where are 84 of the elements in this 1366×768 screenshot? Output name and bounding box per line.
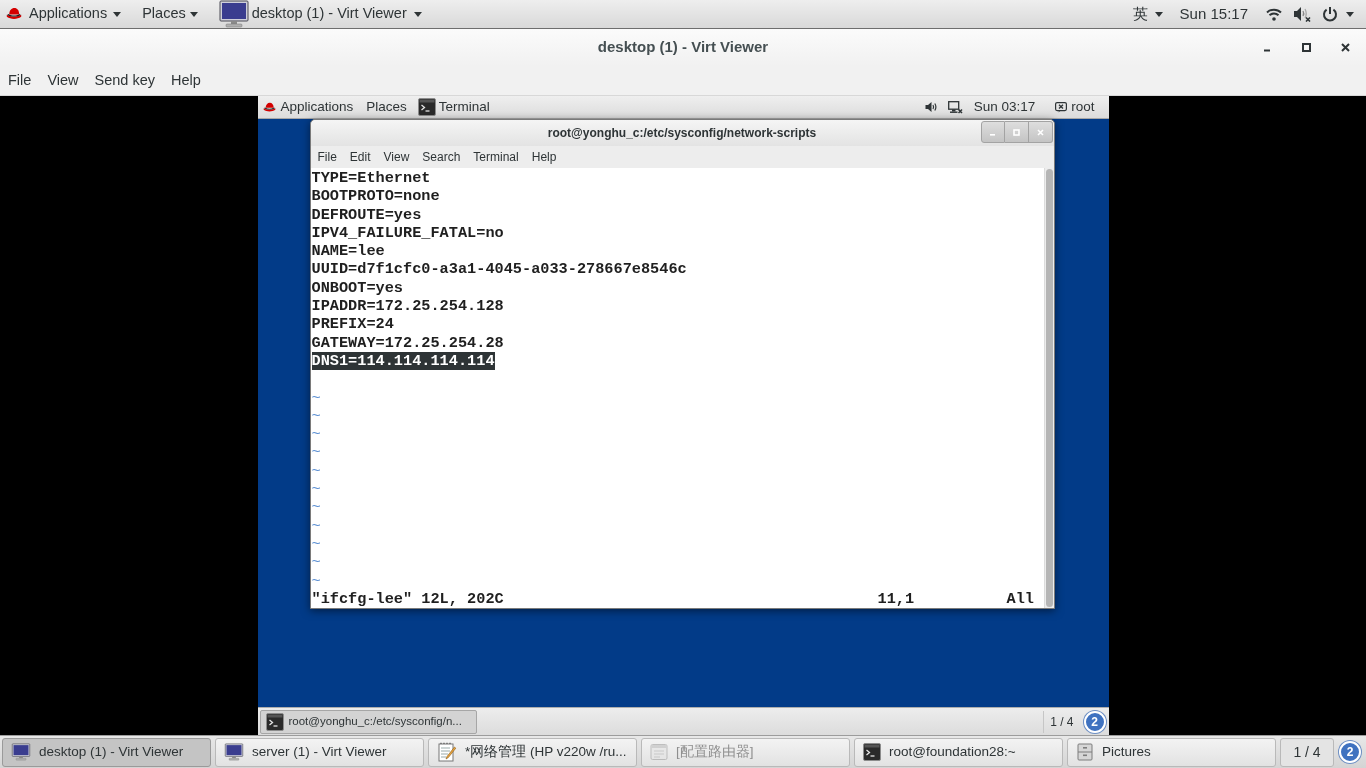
terminal-title: root@yonghu_c:/etc/sysconfig/network-scripts — [547, 125, 817, 142]
code-line: GATEWAY=172.25.254.28 — [311, 333, 504, 352]
code-line: TYPE=Ethernet — [311, 169, 431, 187]
menu-item[interactable]: Send key — [94, 69, 155, 92]
empty-line-marker: ~ — [311, 516, 321, 535]
minimize-button[interactable] — [980, 121, 1005, 143]
empty-line-marker: ~ — [311, 443, 321, 462]
window-list-item[interactable]: root@yonghu_c:/etc/sysconfig/n... — [259, 709, 477, 734]
network-icon — [947, 100, 963, 114]
hat-logo-icon — [6, 7, 22, 21]
system-menu-button[interactable] — [1266, 6, 1354, 22]
empty-line-marker: ~ — [311, 461, 321, 480]
window-title: desktop (1) - Virt Viewer — [597, 37, 769, 58]
notepad-icon — [437, 742, 457, 762]
scroll-position: All — [1006, 589, 1034, 608]
menu-item[interactable]: Edit — [349, 148, 371, 166]
volume-network-button[interactable] — [924, 100, 963, 114]
maximize-icon — [1012, 128, 1020, 136]
empty-line-marker: ~ — [311, 406, 321, 425]
terminal-icon — [417, 98, 436, 116]
empty-line-marker: ~ — [311, 388, 321, 407]
taskbar-item[interactable]: Pictures — [1067, 737, 1276, 767]
code-line: IPADDR=172.25.254.128 — [311, 297, 504, 316]
empty-line-marker: ~ — [311, 498, 321, 517]
power-icon — [1322, 6, 1338, 22]
menu-item[interactable]: Help — [171, 69, 201, 92]
code-line: DEFROUTE=yes — [311, 205, 422, 224]
empty-line-marker: ~ — [311, 534, 321, 553]
menu-item[interactable]: File — [8, 69, 32, 92]
caret-icon — [413, 11, 422, 17]
terminal-icon — [265, 712, 284, 731]
code-line: IPV4_FAILURE_FATAL=no — [311, 223, 504, 242]
notification-badge[interactable]: 2 — [1339, 741, 1361, 763]
code-line: ONBOOT=yes — [311, 278, 403, 297]
code-line: BOOTPROTO=none — [311, 187, 440, 206]
speaker-icon — [924, 101, 938, 113]
taskbar-item[interactable]: desktop (1) - Virt Viewer — [2, 737, 211, 767]
window-icon — [650, 743, 668, 761]
volume-muted-icon — [1293, 6, 1311, 22]
user-status-icon — [1055, 101, 1068, 113]
taskbar-item[interactable]: root@foundation28:~ — [854, 737, 1063, 767]
menu-item[interactable]: View — [383, 148, 410, 166]
taskbar-item[interactable]: *网络管理 (HP v220w /ru... — [428, 737, 637, 767]
caret-icon — [189, 11, 198, 17]
empty-line-marker: ~ — [311, 480, 321, 499]
menu-item[interactable]: Search — [422, 148, 461, 166]
status-message: "ifcfg-lee" 12L, 202C — [311, 589, 505, 608]
notification-badge[interactable]: 2 — [1083, 710, 1106, 733]
code-line: UUID=d7f1cfc0-a3a1-4045-a033-278667e8546c — [311, 260, 687, 279]
menu-item[interactable]: Terminal — [473, 148, 519, 166]
maximize-icon — [1301, 43, 1311, 52]
window-list-item[interactable]: Terminal — [417, 96, 490, 118]
empty-line-marker: ~ — [311, 425, 321, 444]
menu-item[interactable]: Help — [531, 148, 557, 166]
menu-button[interactable]: Applications — [280, 96, 354, 118]
window-menu-button[interactable]: desktop (1) - Virt Viewer — [217, 0, 422, 28]
monitor-icon — [224, 743, 244, 761]
user-menu-button[interactable]: root — [1055, 96, 1095, 118]
input-method-button[interactable]: 英 — [1132, 2, 1163, 26]
terminal-icon — [863, 743, 881, 761]
hat-logo-icon — [262, 101, 276, 113]
code-line: NAME=lee — [311, 242, 385, 261]
menu-button[interactable]: Places — [366, 96, 407, 118]
monitor-icon — [11, 743, 31, 761]
cursor-position: 11,1 — [877, 589, 916, 608]
clock[interactable]: Sun 03:17 — [973, 96, 1036, 118]
caret-icon — [1346, 11, 1354, 17]
menu-button[interactable]: Places — [142, 3, 198, 25]
empty-line-marker: ~ — [311, 553, 321, 572]
clock[interactable]: Sun 15:17 — [1179, 2, 1248, 26]
workspace-switcher[interactable]: 1 / 4 — [1280, 737, 1334, 767]
taskbar-item[interactable]: server (1) - Virt Viewer — [215, 737, 424, 767]
workspace-switcher[interactable]: 1 / 4 — [1050, 712, 1074, 731]
cabinet-icon — [1076, 743, 1094, 761]
code-line: PREFIX=24 — [311, 315, 394, 334]
close-icon — [1036, 128, 1044, 136]
menu-button[interactable]: Applications — [29, 3, 122, 25]
close-icon — [1340, 43, 1350, 52]
menu-item[interactable]: View — [47, 69, 79, 92]
caret-icon — [113, 11, 122, 17]
caret-icon — [1154, 11, 1163, 17]
wifi-icon — [1266, 7, 1282, 21]
empty-line-marker: ~ — [311, 571, 321, 590]
menu-item[interactable]: File — [317, 148, 337, 166]
